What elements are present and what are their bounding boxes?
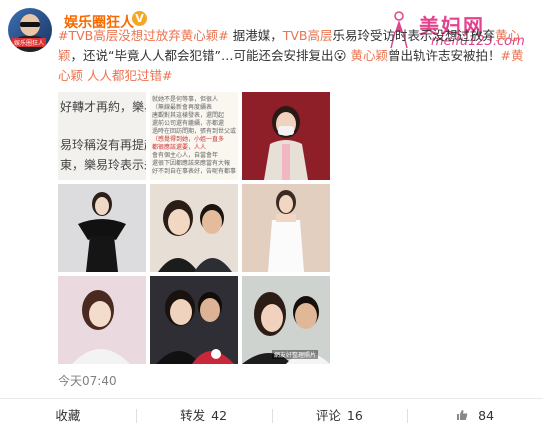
woman-black-dress-illustration [58,184,146,272]
image-couple-selfie-2[interactable] [150,276,238,364]
image-news-text-2[interactable]: 就她不是何等事，但很人 （無線最新會再度續表 唐觀對其這樣發表，還問起 還前公司… [150,92,238,180]
image-text-line: 好轉才再約，樂易 [60,100,146,114]
verified-badge-icon: V [132,11,147,26]
image-caption: 網友好整理照片 [272,350,319,359]
post-text-segment: 据港媒， [228,28,283,43]
repost-label: 转发 [180,408,206,423]
comment-count: 16 [346,408,363,423]
image-couple-selfie-3[interactable]: 網友好整理照片 [242,276,330,364]
image-news-text-1[interactable]: 好轉才再約，樂易 易玲稱沒有再提起 東，樂易玲表示未 [58,92,146,180]
couple-selfie-2-illustration [150,276,238,364]
image-couple-selfie-1[interactable] [150,184,238,272]
hashtag-link[interactable]: TVB高层 [283,28,333,43]
avatar-tag: 娱乐圈狂人 [12,38,47,47]
like-button[interactable]: 84 [407,399,543,435]
couple-selfie-illustration [150,184,238,272]
post-text-segment: 没想过放弃 [432,28,495,43]
repost-button[interactable]: 转发 42 [135,399,272,435]
favorite-button[interactable]: 收藏 [0,399,136,435]
hashtag-link[interactable]: #TVB高层没想过放弃黄心颖# [58,28,229,43]
image-text-line: 好不到自在事表好，告呢有都事 [152,168,237,175]
image-text-line: 東，樂易玲表示未 [60,158,146,172]
comment-button[interactable]: 评论 16 [271,399,408,435]
action-bar: 收藏 转发 42 评论 16 84 [0,399,543,435]
avatar-glasses [20,22,40,27]
image-woman-portrait[interactable] [58,276,146,364]
thumbs-up-icon [457,410,468,420]
comment-label: 评论 [315,408,341,423]
mention-link[interactable]: 黄心颖 [351,48,389,63]
emoji-icon: 😮 [333,48,347,63]
repost-count: 42 [211,408,228,423]
avatar[interactable]: 娱乐圈狂人 [8,8,52,52]
post-text: #TVB高层没想过放弃黄心颖# 据港媒，TVB高层乐易玲受访时表示没想过放弃黄心… [58,26,533,86]
woman-white-dress-illustration [242,184,330,272]
woman-mask-illustration [242,92,330,180]
like-count: 84 [478,408,495,423]
image-woman-black-dress[interactable] [58,184,146,272]
post-text-segment: ，还说 [70,48,109,63]
post-text-segment: “毕竟人人都会犯错”…可能还会安排复出 [108,48,334,63]
image-text-line: 易玲稱沒有再提起 [60,138,146,152]
favorite-label: 收藏 [55,408,81,423]
image-woman-white-dress[interactable] [242,184,330,272]
post-text-segment: 乐易玲受访时表示 [332,28,433,43]
post-timestamp[interactable]: 今天07:40 [58,372,117,389]
post-text-segment: 曾出轨许志安被拍！ [388,48,501,63]
woman-portrait-illustration [58,276,146,364]
image-grid: 好轉才再約，樂易 易玲稱沒有再提起 東，樂易玲表示未 就她不是何等事，但很人 （… [58,92,330,364]
image-woman-with-mask[interactable] [242,92,330,180]
